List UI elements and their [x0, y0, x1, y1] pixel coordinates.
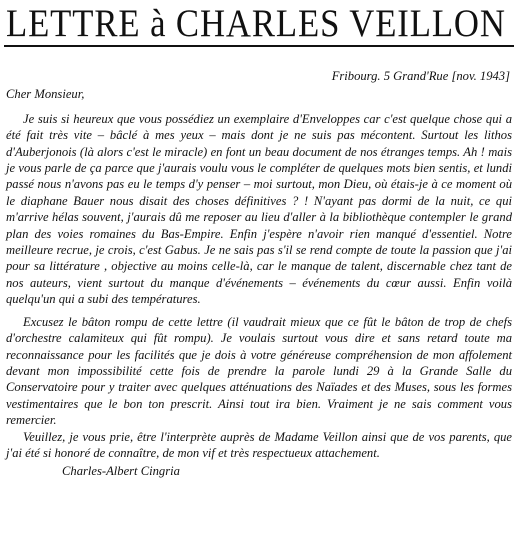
letter-page: LETTRE à CHARLES VEILLON Fribourg. 5 Gra… [0, 0, 519, 549]
paragraph-3: Veuillez, je vous prie, être l'interprèt… [6, 429, 512, 460]
paragraph-2: Excusez le bâton rompu de cette lettre (… [6, 314, 512, 428]
dateline: Fribourg. 5 Grand'Rue [nov. 1943] [331, 69, 510, 83]
signature: Charles-Albert Cingria [62, 464, 180, 479]
paragraph-1: Je suis si heureux que vous possédiez un… [6, 111, 512, 307]
page-title: LETTRE à CHARLES VEILLON [6, 2, 506, 45]
salutation: Cher Monsieur, [6, 87, 85, 102]
letter-body: Fribourg. 5 Grand'Rue [nov. 1943] Cher M… [6, 68, 512, 480]
title-rule [4, 45, 514, 47]
